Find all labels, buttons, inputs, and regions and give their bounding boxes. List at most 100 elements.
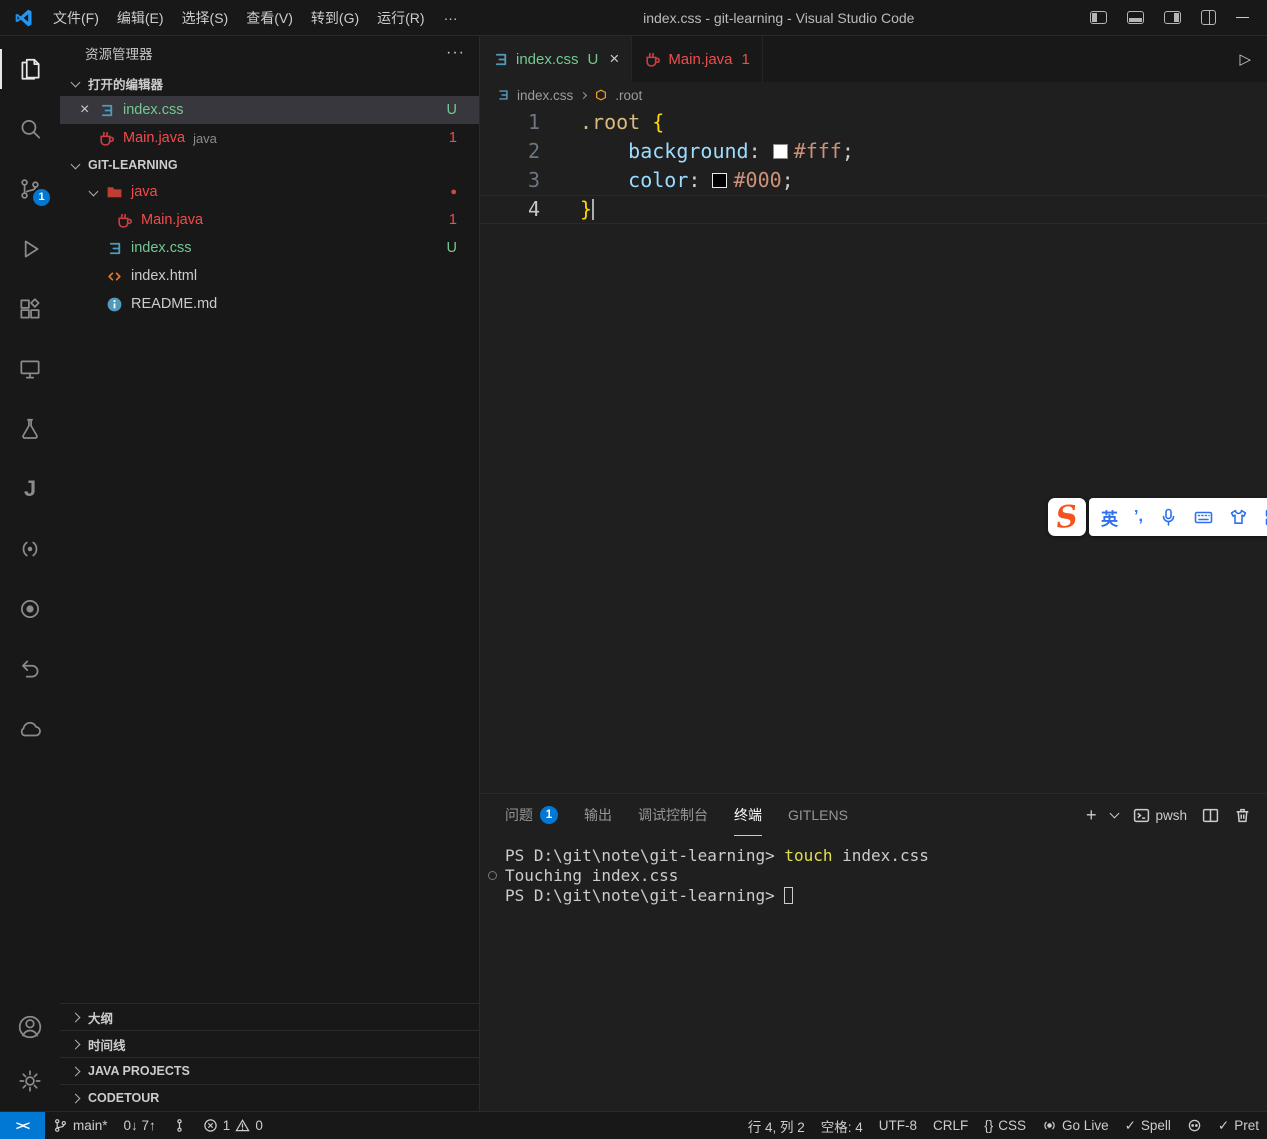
menu-file[interactable]: 文件(F) bbox=[44, 5, 108, 31]
tree-file-readme-md[interactable]: README.md bbox=[60, 290, 479, 318]
problems-badge: 1 bbox=[449, 212, 457, 228]
breadcrumb-symbol[interactable]: .root bbox=[615, 88, 642, 103]
color-swatch-black[interactable] bbox=[712, 173, 727, 188]
toggle-panel-icon[interactable] bbox=[1127, 11, 1144, 24]
html-file-icon bbox=[106, 268, 123, 285]
account-icon[interactable] bbox=[0, 1003, 60, 1051]
cloud-icon[interactable] bbox=[0, 704, 60, 754]
command-decoration-icon[interactable] bbox=[488, 871, 497, 880]
terminal-dropdown-icon[interactable] bbox=[1110, 809, 1120, 819]
source-control-icon[interactable]: 1 bbox=[0, 164, 60, 214]
tab-main-java[interactable]: Main.java 1 bbox=[632, 36, 763, 82]
tab-gitlens[interactable]: GITLENS bbox=[788, 794, 848, 836]
tree-file-main-java[interactable]: Main.java 1 bbox=[60, 206, 479, 234]
open-editor-main-java[interactable]: Main.java java 1 bbox=[60, 124, 479, 152]
toggle-sidebar-icon[interactable] bbox=[1090, 11, 1107, 24]
split-terminal-icon[interactable] bbox=[1202, 807, 1219, 824]
prettier-status[interactable]: ✓ Pret bbox=[1210, 1112, 1267, 1139]
tree-file-index-html[interactable]: index.html bbox=[60, 262, 479, 290]
go-live-button[interactable]: Go Live bbox=[1034, 1112, 1117, 1139]
code-editor[interactable]: 1 .root { 2 background: #fff; 3 color: #… bbox=[480, 108, 1267, 793]
terminal-line: PS D:\git\note\git-learning> touch index… bbox=[505, 846, 1267, 866]
vscode-logo-icon bbox=[14, 8, 34, 28]
sogou-logo-icon[interactable]: S bbox=[1048, 498, 1086, 536]
run-file-icon[interactable]: ▷ bbox=[1239, 50, 1251, 68]
tree-folder-java[interactable]: java ● bbox=[60, 178, 479, 206]
vscode-window: 文件(F) 编辑(E) 选择(S) 查看(V) 转到(G) 运行(R) ··· … bbox=[0, 0, 1267, 1139]
kill-terminal-icon[interactable] bbox=[1234, 807, 1251, 824]
section-java-projects[interactable]: JAVA PROJECTS bbox=[60, 1057, 479, 1084]
tab-terminal[interactable]: 终端 bbox=[734, 794, 762, 836]
check-icon: ✓ bbox=[1125, 1118, 1136, 1134]
project-section-git-learning[interactable]: GIT-LEARNING bbox=[60, 152, 479, 178]
open-editor-index-css[interactable]: × index.css U bbox=[60, 96, 479, 124]
title-bar: 文件(F) 编辑(E) 选择(S) 查看(V) 转到(G) 运行(R) ··· … bbox=[0, 0, 1267, 36]
gradle-icon[interactable] bbox=[0, 524, 60, 574]
problems-indicator[interactable]: 1 0 bbox=[195, 1112, 271, 1139]
chevron-right-icon bbox=[71, 1093, 81, 1103]
menu-goto[interactable]: 转到(G) bbox=[302, 5, 368, 31]
testing-icon[interactable] bbox=[0, 404, 60, 454]
close-icon[interactable]: × bbox=[609, 49, 619, 69]
chevron-down-icon bbox=[71, 77, 81, 87]
tab-problems[interactable]: 问题 1 bbox=[505, 794, 558, 836]
line-number: 2 bbox=[480, 137, 568, 166]
spell-checker[interactable]: ✓ Spell bbox=[1117, 1112, 1179, 1139]
run-debug-icon[interactable] bbox=[0, 224, 60, 274]
explorer-icon[interactable] bbox=[0, 44, 60, 94]
menu-view[interactable]: 查看(V) bbox=[237, 5, 302, 31]
color-swatch-white[interactable] bbox=[773, 144, 788, 159]
remote-explorer-icon[interactable] bbox=[0, 344, 60, 394]
menu-selection[interactable]: 选择(S) bbox=[173, 5, 238, 31]
new-terminal-icon[interactable]: + bbox=[1086, 805, 1097, 826]
cursor-position[interactable]: 行 4, 列 2 bbox=[740, 1112, 813, 1139]
open-editors-section[interactable]: 打开的编辑器 bbox=[60, 70, 479, 96]
sidebar-more-icon[interactable]: ··· bbox=[446, 44, 465, 62]
menu-run[interactable]: 运行(R) bbox=[368, 5, 433, 31]
menu-overflow-icon[interactable]: ··· bbox=[434, 10, 468, 26]
history-arrow-icon[interactable] bbox=[0, 644, 60, 694]
chevron-down-icon bbox=[71, 159, 81, 169]
encoding[interactable]: UTF-8 bbox=[871, 1112, 925, 1139]
minimize-icon[interactable] bbox=[1236, 17, 1249, 19]
section-timeline[interactable]: 时间线 bbox=[60, 1030, 479, 1057]
chevron-right-icon bbox=[580, 91, 587, 98]
tab-output[interactable]: 输出 bbox=[584, 794, 612, 836]
toggle-secondary-sidebar-icon[interactable] bbox=[1164, 11, 1181, 24]
menu-edit[interactable]: 编辑(E) bbox=[108, 5, 173, 31]
code-line-2: 2 background: #fff; bbox=[480, 137, 1267, 166]
branch-indicator[interactable]: main* bbox=[45, 1112, 116, 1139]
java-extension-icon[interactable]: J bbox=[0, 464, 60, 514]
remote-indicator[interactable]: >< bbox=[0, 1112, 45, 1139]
commit-graph-icon[interactable] bbox=[164, 1112, 195, 1139]
target-icon[interactable] bbox=[0, 584, 60, 634]
search-icon[interactable] bbox=[0, 104, 60, 154]
tree-file-index-css[interactable]: index.css U bbox=[60, 234, 479, 262]
skin-shirt-icon[interactable] bbox=[1229, 508, 1248, 527]
ime-punctuation-icon[interactable]: ’, bbox=[1134, 508, 1143, 526]
keyboard-icon[interactable] bbox=[1194, 508, 1213, 527]
breadcrumb-file[interactable]: index.css bbox=[517, 88, 573, 103]
shell-selector[interactable]: pwsh bbox=[1133, 807, 1187, 824]
copilot-icon[interactable] bbox=[1179, 1112, 1210, 1139]
tab-debug-console[interactable]: 调试控制台 bbox=[638, 794, 708, 836]
close-icon[interactable]: × bbox=[80, 101, 98, 119]
sync-indicator[interactable]: 0↓ 7↑ bbox=[116, 1112, 164, 1139]
language-mode[interactable]: {} CSS bbox=[976, 1112, 1034, 1139]
terminal-output[interactable]: PS D:\git\note\git-learning> touch index… bbox=[480, 836, 1267, 1111]
section-outline[interactable]: 大纲 bbox=[60, 1003, 479, 1030]
problems-badge: 1 bbox=[449, 130, 457, 146]
extensions-icon[interactable] bbox=[0, 284, 60, 334]
microphone-icon[interactable] bbox=[1159, 508, 1178, 527]
tab-index-css[interactable]: index.css U × bbox=[480, 36, 632, 82]
ime-language-mode[interactable]: 英 bbox=[1101, 505, 1118, 530]
eol-sequence[interactable]: CRLF bbox=[925, 1112, 976, 1139]
settings-gear-icon[interactable] bbox=[0, 1057, 60, 1105]
indentation[interactable]: 空格: 4 bbox=[813, 1112, 871, 1139]
git-status-badge: U bbox=[447, 240, 457, 256]
customize-layout-icon[interactable] bbox=[1201, 10, 1216, 25]
git-status-badge: U bbox=[447, 102, 457, 118]
code-line-3: 3 color: #000; bbox=[480, 166, 1267, 195]
file-name: Main.java bbox=[141, 212, 203, 228]
section-codetour[interactable]: CODETOUR bbox=[60, 1084, 479, 1111]
